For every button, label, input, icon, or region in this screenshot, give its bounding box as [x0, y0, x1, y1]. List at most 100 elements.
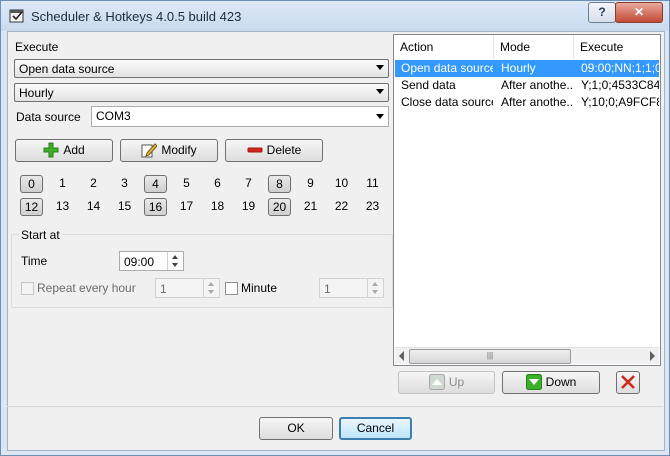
time-label: Time: [21, 254, 48, 268]
hour-toggle-8[interactable]: 8: [268, 175, 291, 193]
help-button[interactable]: ?: [588, 2, 616, 23]
repeat-spin-buttons[interactable]: [203, 279, 219, 297]
plus-icon: [43, 142, 59, 158]
hour-toggle-21[interactable]: 21: [299, 198, 322, 216]
minute-spin-buttons[interactable]: [367, 279, 383, 297]
cancel-button-label: Cancel: [356, 421, 395, 435]
table-cell-action: Open data source: [401, 61, 493, 75]
table-cell-execute: Y;1;0;4533C84B: [581, 78, 659, 92]
window-title: Scheduler & Hotkeys 4.0.5 build 423: [31, 9, 242, 24]
chevron-down-icon: [376, 114, 384, 119]
data-source-label: Data source: [16, 110, 81, 124]
hour-toggle-0[interactable]: 0: [20, 175, 43, 193]
modify-button[interactable]: Modify: [120, 139, 218, 162]
repeat-every-hour-checkbox[interactable]: [21, 282, 34, 295]
time-spin-buttons[interactable]: [167, 252, 183, 270]
table-cell-mode: Hourly: [501, 61, 536, 75]
table-row[interactable]: Open data source Hourly 09:00;NN;1;1;0;4: [395, 60, 659, 77]
repeat-every-hour-label: Repeat every hour: [37, 281, 136, 295]
hour-toggle-10[interactable]: 10: [330, 175, 353, 193]
hour-toggle-13[interactable]: 13: [51, 198, 74, 216]
hour-toggle-15[interactable]: 15: [113, 198, 136, 216]
minute-checkbox[interactable]: [225, 282, 238, 295]
up-button-label: Up: [448, 375, 465, 389]
table-cell-action: Send data: [401, 78, 456, 92]
column-header-action[interactable]: Action: [394, 35, 494, 59]
add-button[interactable]: Add: [15, 139, 113, 162]
table-cell-execute: Y;10;0;A9FCF85: [581, 95, 659, 109]
ok-button-label: OK: [287, 421, 305, 435]
chevron-down-icon: [376, 65, 384, 70]
hour-toggle-22[interactable]: 22: [330, 198, 353, 216]
add-button-label: Add: [63, 143, 85, 157]
hour-toggle-18[interactable]: 18: [206, 198, 229, 216]
hour-toggle-16[interactable]: 16: [144, 198, 167, 216]
hour-toggle-4[interactable]: 4: [144, 175, 167, 193]
scroll-left-icon[interactable]: [399, 351, 404, 361]
scroll-thumb-grip: |||: [486, 351, 494, 360]
remove-all-button[interactable]: [616, 371, 640, 394]
hour-toggle-19[interactable]: 19: [237, 198, 260, 216]
hour-toggle-14[interactable]: 14: [82, 198, 105, 216]
title-bar: Scheduler & Hotkeys 4.0.5 build 423 ? ✕: [1, 1, 669, 31]
data-source-value: COM3: [96, 109, 131, 123]
action-select[interactable]: Open data source: [14, 59, 389, 78]
spin-down-icon: [372, 290, 378, 294]
hour-toggle-20[interactable]: 20: [268, 198, 291, 216]
up-button[interactable]: Up: [398, 371, 495, 394]
execute-label: Execute: [15, 40, 59, 54]
app-icon: [9, 9, 24, 23]
cancel-button[interactable]: Cancel: [339, 417, 412, 440]
spin-up-icon: [208, 282, 214, 286]
chevron-down-icon: [376, 89, 384, 94]
column-header-execute[interactable]: Execute: [574, 35, 660, 59]
mode-select[interactable]: Hourly: [14, 83, 389, 102]
hour-toggle-23[interactable]: 23: [361, 198, 384, 216]
hour-toggle-6[interactable]: 6: [206, 175, 229, 193]
hour-toggle-3[interactable]: 3: [113, 175, 136, 193]
hour-toggle-7[interactable]: 7: [237, 175, 260, 193]
hour-toggle-2[interactable]: 2: [82, 175, 105, 193]
modify-button-label: Modify: [161, 143, 197, 157]
horizontal-scrollbar[interactable]: |||: [395, 347, 659, 364]
scheduler-window: Scheduler & Hotkeys 4.0.5 build 423 ? ✕ …: [0, 0, 670, 456]
task-list[interactable]: Action Mode Execute Open data source Hour…: [393, 34, 661, 366]
footer-divider: [7, 406, 663, 407]
minus-icon: [247, 147, 263, 153]
hour-toggle-11[interactable]: 11: [361, 175, 384, 193]
ok-button[interactable]: OK: [259, 417, 333, 440]
mode-select-value: Hourly: [19, 86, 54, 100]
scroll-thumb[interactable]: |||: [409, 349, 571, 364]
down-button-label: Down: [545, 375, 577, 389]
window-close-button[interactable]: ✕: [615, 2, 663, 23]
table-cell-execute: 09:00;NN;1;1;0;4: [581, 61, 659, 75]
table-row[interactable]: Send data After anothe... Y;1;0;4533C84B: [395, 77, 659, 94]
table-row[interactable]: Close data source After anothe... Y;10;0;A…: [395, 94, 659, 111]
scroll-right-icon[interactable]: [650, 351, 655, 361]
down-button[interactable]: Down: [502, 371, 600, 394]
spin-down-icon: [172, 263, 178, 267]
table-cell-action: Close data source: [401, 95, 493, 109]
action-select-value: Open data source: [19, 62, 115, 76]
red-x-icon: [621, 375, 635, 389]
repeat-value: 1: [160, 282, 167, 296]
start-at-label: Start at: [19, 228, 62, 242]
hour-toggle-5[interactable]: 5: [175, 175, 198, 193]
column-header-mode[interactable]: Mode: [494, 35, 574, 59]
minute-label: Minute: [241, 281, 278, 295]
spin-up-icon: [372, 282, 378, 286]
arrow-up-icon: [428, 373, 445, 390]
edit-icon: [141, 143, 158, 158]
delete-button[interactable]: Delete: [225, 139, 323, 162]
repeat-spinner[interactable]: 1: [155, 278, 220, 298]
minute-spinner[interactable]: 1: [319, 278, 384, 298]
time-spinner[interactable]: 09:00: [119, 251, 184, 271]
hour-toggle-1[interactable]: 1: [51, 175, 74, 193]
table-cell-mode: After anothe...: [501, 95, 573, 109]
hour-toggle-12[interactable]: 12: [20, 198, 43, 216]
hour-toggle-17[interactable]: 17: [175, 198, 198, 216]
data-source-select[interactable]: COM3: [91, 106, 389, 127]
hour-toggle-9[interactable]: 9: [299, 175, 322, 193]
arrow-down-icon: [525, 373, 542, 390]
minute-value: 1: [324, 282, 331, 296]
